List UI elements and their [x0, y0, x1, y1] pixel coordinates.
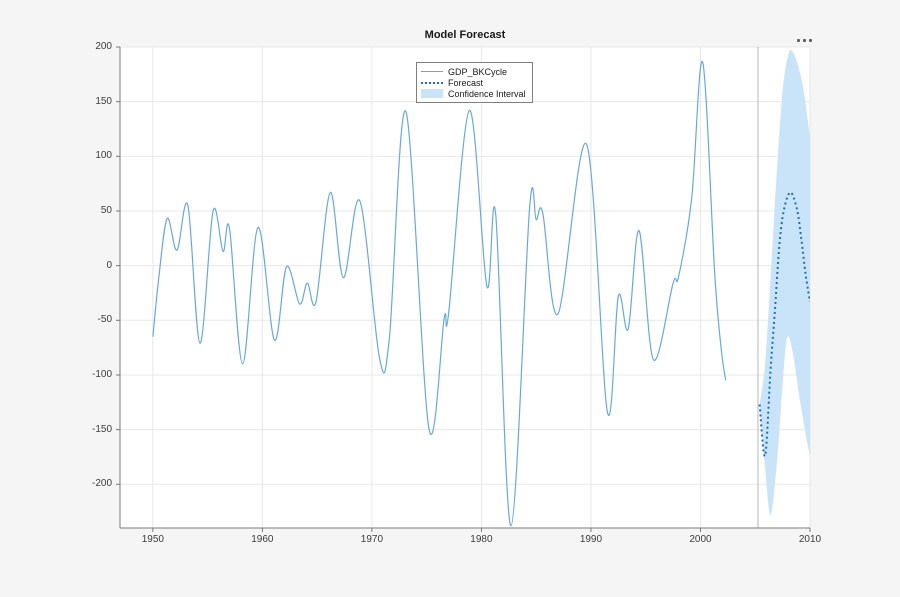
patch-swatch-icon: [421, 89, 443, 98]
ellipsis-dot: [797, 39, 800, 42]
y-tick-label: 150: [82, 96, 112, 108]
legend-entry-forecast[interactable]: Forecast: [421, 77, 526, 88]
y-tick-label: 100: [82, 150, 112, 162]
y-tick-label: 0: [82, 260, 112, 272]
legend-entry-gdp-bkcycle[interactable]: GDP_BKCycle: [421, 66, 526, 77]
x-tick-label: 1970: [350, 534, 394, 546]
x-tick-label: 2000: [678, 534, 722, 546]
x-tick-label: 1950: [131, 534, 175, 546]
x-tick-label: 1980: [459, 534, 503, 546]
axes-toolbar-ellipsis-icon[interactable]: [795, 37, 814, 44]
y-tick-label: 50: [82, 205, 112, 217]
y-tick-label: -200: [82, 478, 112, 490]
legend-label: GDP_BKCycle: [448, 67, 507, 77]
figure-window: Model Forecast -200 -150 -100 -50 0 50 100 150 2…: [0, 0, 900, 597]
y-tick-label: 200: [82, 41, 112, 53]
legend-label: Confidence Interval: [448, 89, 526, 99]
x-tick-label: 1990: [569, 534, 613, 546]
x-tick-label: 1960: [240, 534, 284, 546]
ellipsis-dot: [803, 39, 806, 42]
y-tick-label: -50: [82, 314, 112, 326]
x-tick-label: 2010: [788, 534, 832, 546]
solid-line-swatch-icon: [421, 71, 443, 72]
dotted-line-swatch-icon: [421, 82, 443, 84]
ellipsis-dot: [809, 39, 812, 42]
legend[interactable]: GDP_BKCycle Forecast Confidence Interval: [416, 62, 533, 103]
y-tick-label: -150: [82, 424, 112, 436]
legend-label: Forecast: [448, 78, 483, 88]
legend-entry-confidence-interval[interactable]: Confidence Interval: [421, 88, 526, 99]
y-tick-label: -100: [82, 369, 112, 381]
chart-title: Model Forecast: [365, 29, 565, 41]
